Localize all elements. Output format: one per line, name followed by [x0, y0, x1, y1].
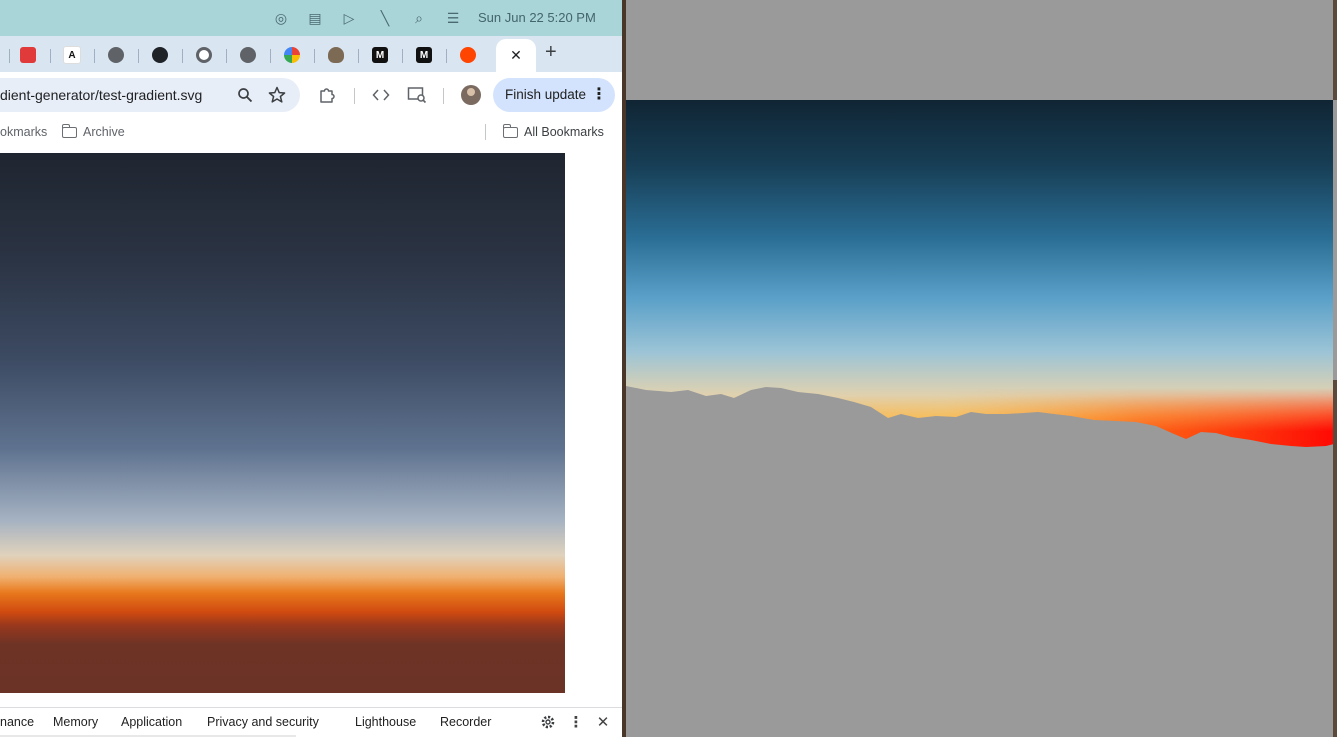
bookmark-label: Archive — [83, 125, 125, 139]
devtools-settings-icon[interactable] — [538, 712, 558, 732]
tab-separator — [314, 49, 315, 63]
close-tab-icon[interactable]: ✕ — [510, 47, 522, 64]
tab-separator — [446, 49, 447, 63]
folder-icon — [502, 123, 518, 138]
devtools-more-icon[interactable]: ⋮ — [566, 712, 586, 732]
tab-separator — [50, 49, 51, 63]
tab-red-app[interactable] — [15, 42, 41, 68]
tab-font-app[interactable]: A — [59, 42, 85, 68]
m-app-icon: M — [416, 47, 432, 63]
tab-separator — [94, 49, 95, 63]
play-icon[interactable]: ▷ — [340, 9, 358, 27]
tab-separator — [358, 49, 359, 63]
browser-menu-icon[interactable]: ⋮ — [591, 84, 607, 104]
bookmark-folder-all[interactable]: All Bookmarks — [502, 123, 604, 139]
bookmark-item-bookmarks[interactable]: okmarks — [0, 125, 47, 139]
spotlight-search-icon[interactable]: ⌕ — [410, 9, 428, 27]
devtools-close-icon[interactable]: ✕ — [593, 712, 613, 732]
status-icon[interactable]: ◎ — [272, 9, 290, 27]
tab-strip: A M M ✕ — [0, 36, 622, 72]
browser-window: ◎ ▤ ▷ ╲ ⌕ ☰ Sun Jun 22 5:20 PM A M M ✕ +… — [0, 0, 622, 737]
globe-icon — [240, 47, 256, 63]
macos-menubar: ◎ ▤ ▷ ╲ ⌕ ☰ Sun Jun 22 5:20 PM — [0, 0, 622, 36]
devtools-panel-tabs: nance Memory Application Privacy and sec… — [0, 707, 622, 737]
inspect-device-icon[interactable] — [406, 84, 428, 106]
devtools-tab-performance[interactable]: nance — [0, 715, 34, 729]
tab-github[interactable] — [147, 42, 173, 68]
new-tab-button[interactable]: + — [545, 40, 557, 64]
svg-gradient-image — [0, 153, 565, 693]
tab-separator — [226, 49, 227, 63]
tab-globe[interactable] — [103, 42, 129, 68]
font-app-icon: A — [63, 46, 81, 64]
tab-google-photos[interactable] — [279, 42, 305, 68]
tab-separator — [270, 49, 271, 63]
browser-toolbar: dient-generator/test-gradient.svg Finish… — [0, 72, 622, 118]
finish-update-button[interactable]: Finish update ⋮ — [493, 78, 615, 112]
profile-avatar[interactable] — [461, 85, 481, 105]
toolbar-separator — [443, 88, 444, 104]
devtools-tab-privacy-security[interactable]: Privacy and security — [207, 715, 319, 729]
bookmark-label: okmarks — [0, 125, 48, 139]
sunset-mountain-preview — [626, 100, 1334, 460]
devtools-tab-application[interactable]: Application — [121, 715, 182, 729]
zoom-icon[interactable] — [234, 84, 256, 106]
desktop-edge-gap — [1333, 100, 1337, 380]
chrome-icon — [196, 47, 212, 63]
tab-m-app-2[interactable]: M — [411, 42, 437, 68]
tab-m-app[interactable]: M — [367, 42, 393, 68]
bookmark-label: All Bookmarks — [524, 125, 604, 139]
devtools-tab-recorder[interactable]: Recorder — [440, 715, 491, 729]
view-source-icon[interactable] — [370, 84, 392, 106]
toolbar-separator — [354, 88, 355, 104]
tab-chrome[interactable] — [191, 42, 217, 68]
google-photos-icon — [284, 47, 300, 63]
github-icon — [152, 47, 168, 63]
folder-icon — [61, 123, 77, 138]
gimp-icon — [328, 47, 344, 63]
extensions-icon[interactable] — [316, 84, 338, 106]
finish-update-label: Finish update — [505, 87, 587, 102]
tab-gimp[interactable] — [323, 42, 349, 68]
bookmark-folder-archive[interactable]: Archive — [61, 123, 125, 139]
red-app-icon — [20, 47, 36, 63]
mute-icon[interactable]: ╲ — [376, 9, 394, 27]
url-text[interactable]: dient-generator/test-gradient.svg — [0, 87, 202, 103]
tab-globe-2[interactable] — [235, 42, 261, 68]
bookmarks-bar: okmarks Archive All Bookmarks — [0, 118, 622, 154]
preview-window — [626, 0, 1337, 737]
tab-separator — [138, 49, 139, 63]
tab-active-gradient[interactable]: ✕ — [496, 39, 536, 72]
tab-separator — [182, 49, 183, 63]
devtools-tab-memory[interactable]: Memory — [53, 715, 98, 729]
control-center-icon[interactable]: ☰ — [444, 9, 462, 27]
globe-icon — [108, 47, 124, 63]
tab-separator — [9, 49, 10, 63]
bookmarks-separator — [485, 124, 486, 140]
reddit-icon — [460, 47, 476, 63]
m-app-icon: M — [372, 47, 388, 63]
tab-separator — [402, 49, 403, 63]
menu-app-icon[interactable]: ▤ — [306, 9, 324, 27]
tab-reddit[interactable] — [455, 42, 481, 68]
bookmark-star-icon[interactable] — [266, 84, 288, 106]
devtools-tab-lighthouse[interactable]: Lighthouse — [355, 715, 416, 729]
menubar-clock[interactable]: Sun Jun 22 5:20 PM — [478, 10, 596, 25]
page-content — [0, 153, 622, 707]
